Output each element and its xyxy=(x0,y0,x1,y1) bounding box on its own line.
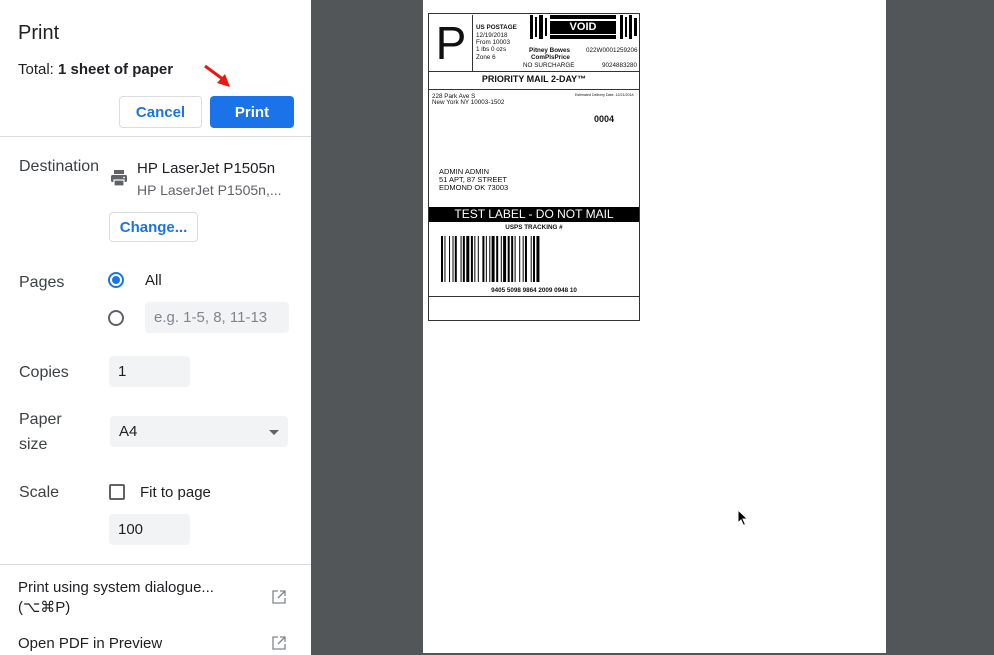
sheet-total: Total: 1 sheet of paper xyxy=(18,61,173,78)
chevron-down-icon xyxy=(269,430,279,435)
open-pdf-link[interactable]: Open PDF in Preview xyxy=(18,634,162,654)
test-label-banner: TEST LABEL - DO NOT MAIL xyxy=(429,207,639,222)
label-rule xyxy=(429,296,639,297)
pages-all-radio[interactable] xyxy=(108,272,124,288)
printer-icon xyxy=(111,170,127,187)
shipping-label: P US POSTAGE 12/19/2018 From 10003 1 lbs… xyxy=(428,13,640,321)
paper-size-value: A4 xyxy=(119,423,138,440)
system-dialog-link[interactable]: Print using system dialogue... (⌥⌘P) xyxy=(18,578,248,618)
delivery-date: Estimated Delivery Date: 12/21/2018 xyxy=(575,93,634,97)
print-preview-area[interactable]: P US POSTAGE 12/19/2018 From 10003 1 lbs… xyxy=(311,0,994,655)
header-divider xyxy=(0,136,311,137)
tracking-number: 9405 5098 9864 2009 0948 10 xyxy=(491,287,577,294)
routing-code: 0004 xyxy=(594,114,615,124)
surcharge-text: NO SURCHARGE xyxy=(523,62,575,69)
priority-p-logo: P xyxy=(430,15,473,71)
footer-divider xyxy=(0,564,311,565)
destination-label: Destination xyxy=(19,158,100,175)
pages-label: Pages xyxy=(19,274,65,291)
tracking-title: USPS TRACKING # xyxy=(505,224,563,231)
paper-size-label: Paper size xyxy=(19,411,62,453)
scale-input[interactable]: 100 xyxy=(109,514,190,545)
change-destination-button[interactable]: Change... xyxy=(109,212,198,242)
dialog-title: Print xyxy=(18,22,60,44)
mouse-cursor-icon xyxy=(737,509,749,527)
pages-all-label: All xyxy=(145,272,162,289)
fit-to-page-checkbox[interactable] xyxy=(109,484,125,500)
total-value: 1 sheet of paper xyxy=(58,61,174,78)
label-rule xyxy=(429,89,639,90)
postage-weight: 1 lbs 0 ozs xyxy=(476,46,507,53)
red-arrow-annotation-icon xyxy=(204,64,230,87)
postage-zone: Zone 6 xyxy=(476,54,496,61)
open-external-icon xyxy=(272,636,286,650)
paper-size-select[interactable]: A4 xyxy=(110,416,288,447)
preview-page: P US POSTAGE 12/19/2018 From 10003 1 lbs… xyxy=(423,0,886,653)
copies-label: Copies xyxy=(19,364,69,381)
pages-custom-radio[interactable] xyxy=(108,310,124,326)
postage-title: US POSTAGE xyxy=(476,24,517,31)
meter-id: 022W0001259206 xyxy=(586,47,638,54)
sender-line-2: New York NY 10003-1502 xyxy=(432,99,505,106)
cancel-button[interactable]: Cancel xyxy=(119,96,202,128)
pages-custom-input[interactable]: e.g. 1-5, 8, 11-13 xyxy=(145,302,289,333)
label-rule xyxy=(429,71,639,72)
total-label: Total: xyxy=(18,61,54,78)
print-settings-panel: Print Total: 1 sheet of paper Cancel Pri… xyxy=(0,0,311,655)
void-stamp: VOID xyxy=(550,21,616,34)
tracking-barcode xyxy=(441,236,540,282)
printer-subtitle: HP LaserJet P1505n,... xyxy=(137,182,282,198)
print-button[interactable]: Print xyxy=(210,96,294,128)
meter-number: 9024883280 xyxy=(602,62,638,69)
open-external-icon xyxy=(272,590,286,604)
copies-input[interactable]: 1 xyxy=(109,356,190,387)
service-title: PRIORITY MAIL 2-DAY™ xyxy=(481,74,587,84)
postage-2d-barcode: VOID xyxy=(530,15,638,39)
scale-label: Scale xyxy=(19,484,60,501)
recipient-line-3: EDMOND OK 73003 xyxy=(439,183,509,192)
fit-to-page-label: Fit to page xyxy=(140,484,211,501)
price-type: ComPlsPrice xyxy=(531,54,570,61)
printer-name: HP LaserJet P1505n xyxy=(137,160,276,177)
